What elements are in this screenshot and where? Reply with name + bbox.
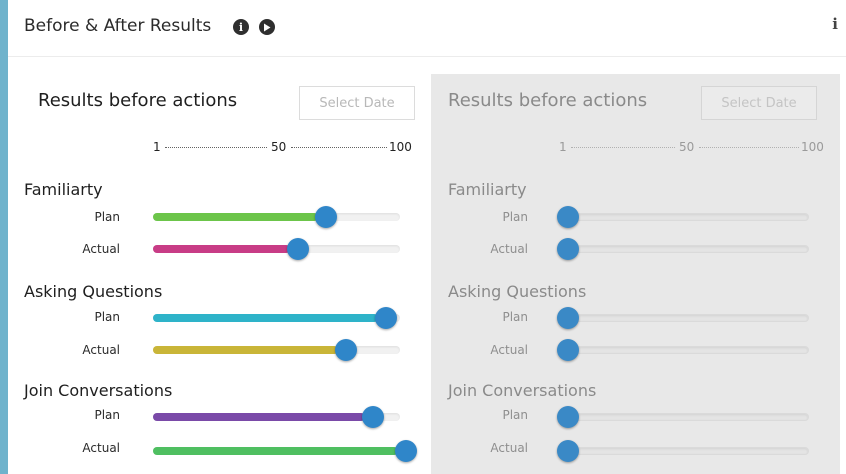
slider-fill (153, 447, 398, 455)
row-label-plan: Plan (502, 310, 528, 324)
row-label-plan: Plan (502, 210, 528, 224)
slider-familiarity-plan[interactable] (557, 206, 809, 228)
slider-fill (153, 213, 318, 221)
slider-thumb[interactable] (362, 406, 385, 428)
slider-join-plan[interactable] (153, 406, 400, 428)
group-title-asking: Asking Questions (24, 282, 163, 301)
slider-thumb[interactable] (557, 339, 579, 361)
panel-before: Results before actions Select Date 1 50 … (8, 74, 428, 474)
scale-max: 100 (389, 140, 412, 154)
panel-title: Results before actions (38, 90, 238, 111)
group-title-asking: Asking Questions (448, 282, 587, 301)
row-label-plan: Plan (502, 408, 528, 422)
slider-familiarity-plan[interactable] (153, 206, 400, 228)
row-label-plan: Plan (94, 210, 120, 224)
row-label-actual: Actual (82, 343, 120, 357)
slider-thumb[interactable] (314, 206, 337, 228)
select-date-button[interactable]: Select Date (701, 86, 817, 120)
slider-join-actual[interactable] (557, 440, 809, 462)
slider-asking-actual[interactable] (153, 339, 400, 361)
info-icon[interactable]: i (233, 19, 249, 35)
card-title: Before & After Results (24, 16, 212, 36)
row-label-plan: Plan (94, 310, 120, 324)
scale-ruler: 1 50 100 (153, 140, 412, 156)
play-icon[interactable] (259, 19, 275, 35)
slider-fill (153, 413, 366, 421)
group-title-familiarity: Familiarty (24, 180, 103, 199)
slider-thumb[interactable] (557, 406, 579, 428)
slider-thumb[interactable] (287, 238, 310, 260)
slider-familiarity-actual[interactable] (153, 238, 400, 260)
scale-dots (699, 147, 799, 148)
slider-asking-actual[interactable] (557, 339, 809, 361)
slider-thumb[interactable] (557, 206, 579, 228)
slider-asking-plan[interactable] (153, 307, 400, 329)
select-date-button[interactable]: Select Date (299, 86, 415, 120)
row-label-actual: Actual (82, 242, 120, 256)
scale-dots (165, 147, 267, 148)
corner-info-icon[interactable]: i (832, 15, 838, 33)
group-title-familiarity: Familiarty (448, 180, 527, 199)
row-label-actual: Actual (490, 343, 528, 357)
scale-min: 1 (153, 140, 161, 154)
slider-thumb[interactable] (557, 307, 579, 329)
slider-join-plan[interactable] (557, 406, 809, 428)
row-label-actual: Actual (82, 441, 120, 455)
scale-max: 100 (801, 140, 824, 154)
panel-title: Results before actions (448, 90, 648, 111)
results-card: Before & After Results i i Results befor… (8, 0, 846, 474)
slider-thumb[interactable] (374, 307, 397, 329)
slider-thumb[interactable] (334, 339, 357, 361)
slider-thumb[interactable] (557, 238, 579, 260)
row-label-plan: Plan (94, 408, 120, 422)
scale-ruler: 1 50 100 (559, 140, 824, 156)
scale-mid: 50 (271, 140, 287, 154)
panel-after: Results before actions Select Date 1 50 … (431, 74, 840, 474)
slider-fill (153, 346, 338, 354)
scale-mid: 50 (679, 140, 695, 154)
slider-thumb[interactable] (557, 440, 579, 462)
slider-fill (153, 245, 291, 253)
scale-min: 1 (559, 140, 567, 154)
group-title-join: Join Conversations (24, 381, 173, 400)
scale-dots (291, 147, 387, 148)
scale-dots (571, 147, 675, 148)
slider-thumb[interactable] (394, 440, 417, 462)
row-label-actual: Actual (490, 441, 528, 455)
slider-join-actual[interactable] (153, 440, 417, 462)
slider-familiarity-actual[interactable] (557, 238, 809, 260)
group-title-join: Join Conversations (448, 381, 597, 400)
slider-fill (153, 314, 378, 322)
row-label-actual: Actual (490, 242, 528, 256)
card-header: Before & After Results i i (8, 0, 846, 57)
slider-asking-plan[interactable] (557, 307, 809, 329)
